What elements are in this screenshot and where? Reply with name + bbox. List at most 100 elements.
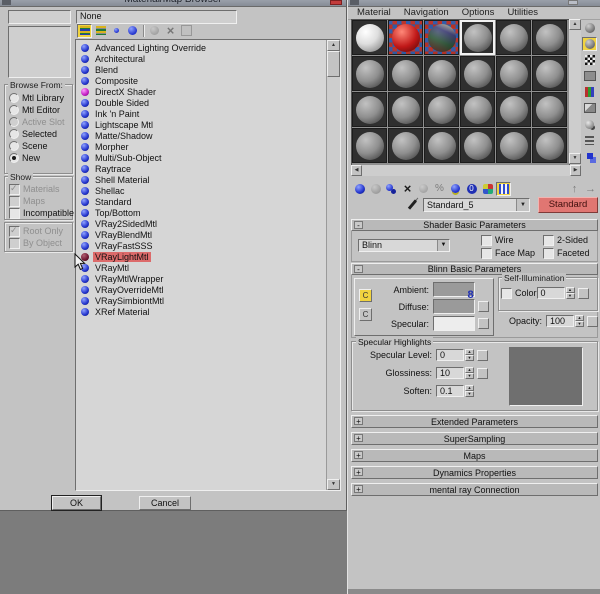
material-list-item[interactable]: VRay2SidedMtl bbox=[77, 218, 326, 229]
assign-material-to-selection-icon[interactable] bbox=[384, 182, 399, 196]
sample-slot[interactable] bbox=[460, 56, 495, 91]
sample-slot[interactable] bbox=[496, 128, 531, 163]
color-checkbox[interactable]: Color bbox=[501, 287, 537, 299]
minimize-icon[interactable] bbox=[568, 0, 578, 5]
scroll-down-icon[interactable]: ▼ bbox=[327, 479, 340, 490]
material-list-item[interactable]: VRayLightMtl bbox=[77, 251, 326, 262]
sample-slot[interactable] bbox=[352, 128, 387, 163]
shader-checkbox[interactable]: Wire bbox=[477, 234, 539, 246]
sample-slot[interactable] bbox=[424, 128, 459, 163]
map-button[interactable] bbox=[578, 288, 589, 299]
sample-slot[interactable] bbox=[532, 92, 567, 127]
sample-slot[interactable] bbox=[352, 92, 387, 127]
collapse-icon[interactable]: - bbox=[354, 221, 363, 229]
make-material-copy-icon[interactable] bbox=[416, 182, 431, 196]
map-button[interactable] bbox=[587, 316, 598, 327]
material-list-item[interactable]: Shellac bbox=[77, 185, 326, 196]
menu-item[interactable]: Options bbox=[462, 7, 495, 18]
expand-icon[interactable]: + bbox=[354, 485, 363, 493]
color-swatch[interactable] bbox=[433, 316, 475, 331]
view-list-plus-icon[interactable] bbox=[93, 24, 108, 38]
make-unique-icon[interactable] bbox=[432, 182, 447, 196]
browse-from-option[interactable]: Selected bbox=[5, 128, 72, 140]
shader-checkbox[interactable]: Face Map bbox=[477, 247, 539, 259]
scroll-right-icon[interactable]: ▶ bbox=[570, 165, 581, 176]
sample-slot[interactable] bbox=[460, 92, 495, 127]
filter-option[interactable]: By Object bbox=[5, 237, 72, 249]
material-list-item[interactable]: Architectural bbox=[77, 53, 326, 64]
material-list-item[interactable]: Matte/Shadow bbox=[77, 130, 326, 141]
scroll-left-icon[interactable]: ◀ bbox=[351, 165, 362, 176]
browse-from-option[interactable]: Scene bbox=[5, 140, 72, 152]
sample-slot[interactable] bbox=[352, 56, 387, 91]
material-list-item[interactable]: Ink 'n Paint bbox=[77, 108, 326, 119]
material-list-item[interactable]: VRaySimbiontMtl bbox=[77, 295, 326, 306]
menu-item[interactable]: Material bbox=[357, 7, 391, 18]
material-list-item[interactable]: Composite bbox=[77, 75, 326, 86]
material-list-item[interactable]: Raytrace bbox=[77, 163, 326, 174]
map-button[interactable] bbox=[477, 368, 488, 379]
browse-from-option[interactable]: Mtl Library bbox=[5, 92, 72, 104]
value-input[interactable]: 10 bbox=[436, 367, 464, 379]
rollout-header[interactable]: + SuperSampling bbox=[351, 432, 598, 445]
spinner[interactable]: ▲▼ bbox=[465, 367, 474, 379]
shader-checkbox[interactable]: 2-Sided bbox=[539, 234, 597, 246]
reset-map-mtl-icon[interactable] bbox=[400, 182, 415, 196]
slots-vertical-scrollbar[interactable]: ▲ ▼ bbox=[569, 19, 581, 164]
sample-slot[interactable] bbox=[424, 56, 459, 91]
go-to-parent-icon[interactable] bbox=[567, 182, 582, 196]
ok-button[interactable]: OK bbox=[52, 496, 101, 510]
show-option[interactable]: Maps bbox=[5, 195, 72, 207]
material-list-item[interactable]: VRayOverrideMtl bbox=[77, 284, 326, 295]
browse-from-option[interactable]: Mtl Editor bbox=[5, 104, 72, 116]
rollout-header[interactable]: - Shader Basic Parameters bbox=[351, 219, 598, 231]
sample-slot[interactable] bbox=[352, 20, 387, 55]
spinner[interactable]: ▲▼ bbox=[465, 385, 474, 397]
chevron-down-icon[interactable]: ▼ bbox=[437, 240, 449, 251]
view-small-icons-icon[interactable] bbox=[109, 24, 124, 38]
expand-icon[interactable]: + bbox=[354, 468, 363, 476]
rollout-header[interactable]: + Extended Parameters bbox=[351, 415, 598, 428]
list-scrollbar[interactable]: ▲ ▼ bbox=[326, 40, 340, 490]
browse-from-option[interactable]: Active Slot bbox=[5, 116, 72, 128]
select-by-material-icon[interactable] bbox=[582, 133, 597, 147]
cancel-button[interactable]: Cancel bbox=[139, 496, 191, 510]
scroll-up-icon[interactable]: ▲ bbox=[569, 19, 581, 30]
sample-slot[interactable] bbox=[424, 20, 459, 55]
update-scene-materials-icon[interactable] bbox=[147, 24, 162, 38]
delete-from-library-icon[interactable] bbox=[163, 24, 178, 38]
chevron-down-icon[interactable]: ▼ bbox=[516, 199, 529, 211]
sample-uv-tiling-icon[interactable] bbox=[582, 69, 597, 83]
sample-slot[interactable] bbox=[424, 92, 459, 127]
material-list-item[interactable]: Lightscape Mtl bbox=[77, 119, 326, 130]
browser-titlebar[interactable]: Material/Map Browser bbox=[0, 0, 346, 7]
material-list-item[interactable]: XRef Material bbox=[77, 306, 326, 317]
rollout-header[interactable]: + Maps bbox=[351, 449, 598, 462]
menu-item[interactable]: Navigation bbox=[404, 7, 449, 18]
sample-slot[interactable] bbox=[496, 56, 531, 91]
sample-slot[interactable] bbox=[388, 56, 423, 91]
material-list-item[interactable]: VRayBlendMtl bbox=[77, 229, 326, 240]
video-color-check-icon[interactable] bbox=[582, 85, 597, 99]
put-to-library-icon[interactable] bbox=[448, 182, 463, 196]
scroll-down-icon[interactable]: ▼ bbox=[569, 153, 581, 164]
sample-type-icon[interactable] bbox=[582, 21, 597, 35]
material-id-channel-icon[interactable] bbox=[464, 182, 479, 196]
spinner[interactable]: ▲▼ bbox=[566, 287, 575, 299]
value-input[interactable]: 0 bbox=[436, 349, 464, 361]
rollout-header[interactable]: + mental ray Connection bbox=[351, 483, 598, 496]
opacity-value[interactable]: 100 bbox=[546, 315, 574, 327]
sample-slot[interactable] bbox=[496, 20, 531, 55]
material-list-item[interactable]: VRayMtlWrapper bbox=[77, 273, 326, 284]
value-input[interactable]: 0.1 bbox=[436, 385, 464, 397]
spinner[interactable]: ▲▼ bbox=[575, 315, 584, 327]
filter-option[interactable]: Root Only bbox=[5, 225, 72, 237]
show-map-in-viewport-icon[interactable] bbox=[480, 182, 495, 196]
sample-slot[interactable] bbox=[532, 20, 567, 55]
material-map-navigator-icon[interactable] bbox=[582, 149, 597, 163]
shader-checkbox[interactable]: Faceted bbox=[539, 247, 597, 259]
sample-slot[interactable] bbox=[460, 128, 495, 163]
map-button[interactable] bbox=[478, 301, 489, 312]
put-material-to-scene-icon[interactable] bbox=[368, 182, 383, 196]
menu-item[interactable]: Utilities bbox=[507, 7, 538, 18]
